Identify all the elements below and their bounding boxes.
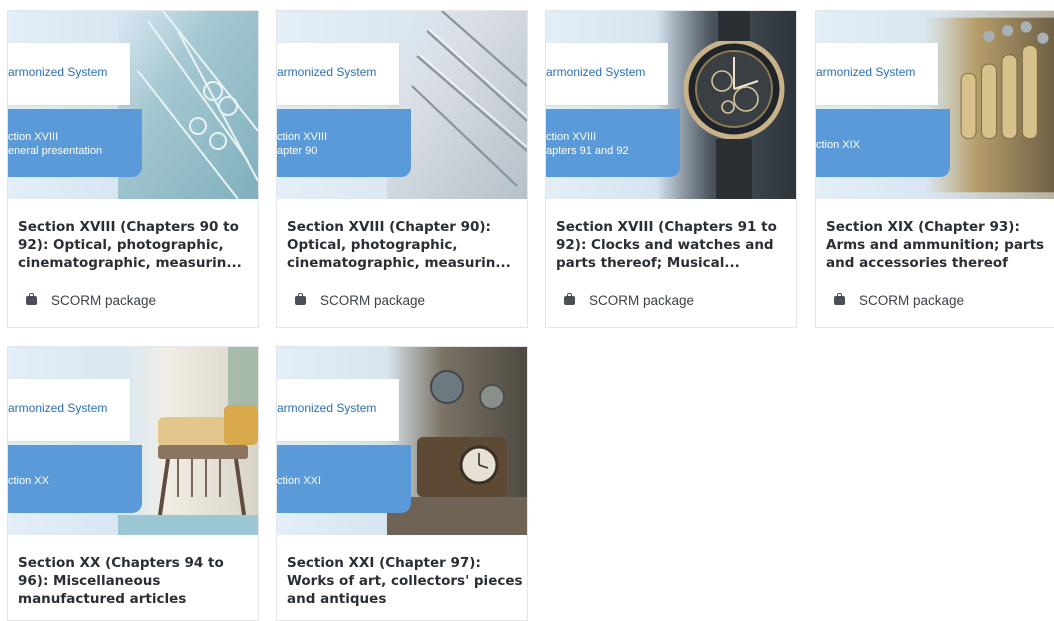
activity-thumbnail[interactable]: armonized System ction XIX (816, 11, 1054, 199)
activity-title[interactable]: Section XVIII (Chapters 91 to 92): Clock… (556, 218, 792, 272)
section-banner-line1: ction XVIII (546, 131, 597, 143)
activity-thumbnail[interactable]: armonized System ction XVIII eneral pres… (8, 11, 258, 199)
activity-type-label: SCORM package (859, 293, 965, 308)
program-header-text: armonized System (816, 65, 916, 79)
package-icon (834, 292, 845, 305)
program-header: armonized System (546, 43, 668, 105)
program-header: armonized System (277, 43, 399, 105)
program-header-text: armonized System (277, 401, 377, 415)
section-banner-line2: eneral presentation (8, 145, 103, 157)
activity-title[interactable]: Section XVIII (Chapter 90): Optical, pho… (287, 218, 523, 272)
activity-title[interactable]: Section XIX (Chapter 93): Arms and ammun… (826, 218, 1054, 272)
section-banner: ction XXI (277, 445, 411, 513)
section-banner-line1: ction XXI (277, 475, 322, 487)
program-header-text: armonized System (8, 65, 108, 79)
program-header: armonized System (8, 43, 130, 105)
section-banner: ction XVIII apter 90 (277, 109, 411, 177)
activity-title[interactable]: Section XXI (Chapter 97): Works of art, … (287, 554, 523, 608)
section-banner: ction XX (8, 445, 142, 513)
package-icon (295, 292, 306, 305)
activity-type: SCORM package (834, 292, 965, 308)
section-banner-line1: ction XIX (816, 139, 861, 151)
activity-type: SCORM package (26, 292, 157, 308)
activity-thumbnail[interactable]: armonized System ction XVIII apters 91 a… (546, 11, 796, 199)
section-banner-line1: ction XX (8, 475, 49, 487)
activity-card[interactable]: armonized System ction XIX Section XIX (… (815, 10, 1054, 328)
package-icon (564, 292, 575, 305)
activity-card[interactable]: armonized System ction XXI Section XXI (… (276, 346, 528, 621)
program-header: armonized System (277, 379, 399, 441)
activity-type-label: SCORM package (51, 293, 157, 308)
section-banner-line2: apter 90 (277, 145, 318, 157)
program-header-text: armonized System (546, 65, 646, 79)
section-banner-line1: ction XVIII (8, 131, 59, 143)
activity-card[interactable]: armonized System ction XVIII apter 90 Se… (276, 10, 528, 328)
activity-card[interactable]: armonized System ction XVIII eneral pres… (7, 10, 259, 328)
program-header-text: armonized System (8, 401, 108, 415)
section-banner-line1: ction XVIII (277, 131, 328, 143)
program-header-text: armonized System (277, 65, 377, 79)
activity-title[interactable]: Section XX (Chapters 94 to 96): Miscella… (18, 554, 254, 608)
activity-type-label: SCORM package (320, 293, 426, 308)
activity-type: SCORM package (295, 292, 426, 308)
section-banner: ction XVIII eneral presentation (8, 109, 142, 177)
activity-card[interactable]: armonized System ction XVIII apters 91 a… (545, 10, 797, 328)
section-banner-line2: apters 91 and 92 (546, 145, 629, 157)
activity-thumbnail[interactable]: armonized System ction XVIII apter 90 (277, 11, 527, 199)
activity-type-label: SCORM package (589, 293, 695, 308)
program-header: armonized System (8, 379, 130, 441)
package-icon (26, 292, 37, 305)
program-header: armonized System (816, 43, 938, 105)
course-activity-grid: armonized System ction XVIII eneral pres… (0, 0, 1054, 621)
activity-thumbnail[interactable]: armonized System ction XXI (277, 347, 527, 535)
activity-card[interactable]: armonized System ction XX Section XX (Ch… (7, 346, 259, 621)
section-banner: ction XIX (816, 109, 950, 177)
activity-type: SCORM package (564, 292, 695, 308)
activity-thumbnail[interactable]: armonized System ction XX (8, 347, 258, 535)
section-banner: ction XVIII apters 91 and 92 (546, 109, 680, 177)
activity-title[interactable]: Section XVIII (Chapters 90 to 92): Optic… (18, 218, 254, 272)
